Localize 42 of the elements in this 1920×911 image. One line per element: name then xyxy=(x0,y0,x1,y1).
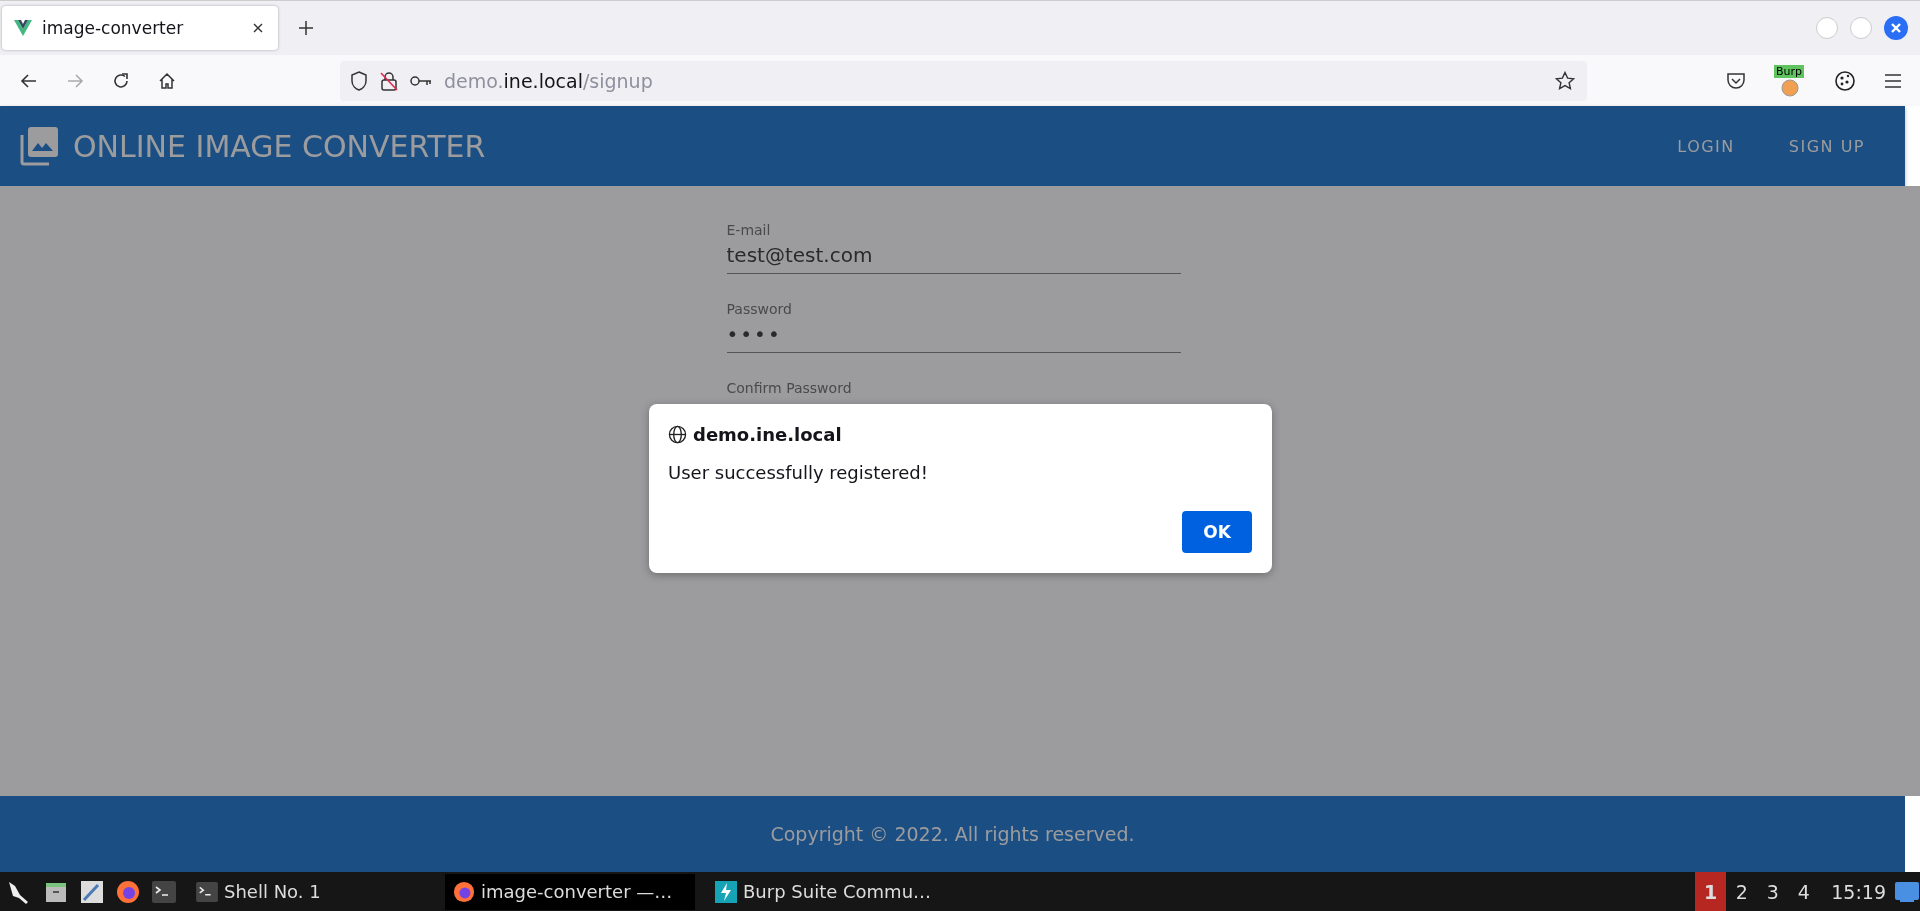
image-library-icon xyxy=(19,126,59,166)
shield-icon[interactable] xyxy=(350,70,368,91)
desktop-icon[interactable] xyxy=(1894,879,1920,904)
workspace-button[interactable]: 1 xyxy=(1695,872,1727,911)
taskbar-window[interactable]: Burp Suite Commu… xyxy=(707,873,957,910)
new-tab-icon[interactable] xyxy=(298,20,314,36)
browser-tab[interactable]: image-converter xyxy=(2,6,278,50)
workspace-button[interactable]: 2 xyxy=(1726,872,1758,911)
pocket-icon[interactable] xyxy=(1726,71,1746,90)
terminal-icon[interactable] xyxy=(152,880,176,903)
extension-badge: Burp xyxy=(1774,64,1805,78)
key-icon[interactable] xyxy=(410,74,432,87)
firefox-icon xyxy=(453,880,475,903)
input-field[interactable]: E-mail test@test.com xyxy=(726,222,1181,274)
copyright-text: Copyright © 2022. All rights reserved. xyxy=(770,823,1135,845)
app-title: ONLINE IMAGE CONVERTER xyxy=(73,128,486,164)
clock: 15:19 xyxy=(1831,880,1886,903)
v-logo-icon xyxy=(14,20,32,36)
address-bar[interactable]: demo.ine.local/signup xyxy=(340,60,1587,101)
globe-icon xyxy=(668,425,687,444)
text-editor-icon[interactable] xyxy=(80,879,104,904)
ok-button[interactable]: OK xyxy=(1182,511,1252,553)
url-text: demo.ine.local/signup xyxy=(444,69,653,92)
close-window-icon[interactable] xyxy=(1884,16,1908,40)
dialog-origin: demo.ine.local xyxy=(693,424,842,445)
workspace-button[interactable]: 3 xyxy=(1757,872,1789,911)
taskbar-window[interactable]: image-converter —… xyxy=(445,873,695,910)
reload-icon[interactable] xyxy=(112,71,130,90)
insecure-lock-icon[interactable] xyxy=(380,70,398,91)
workspace-button[interactable]: 4 xyxy=(1788,872,1820,911)
back-icon[interactable] xyxy=(20,71,38,90)
input-field[interactable]: Password •••• xyxy=(726,301,1181,353)
menu-icon[interactable] xyxy=(1884,73,1902,88)
firefox-icon[interactable] xyxy=(116,879,140,904)
cookie-icon[interactable] xyxy=(1834,69,1856,92)
dialog-message: User successfully registered! xyxy=(668,462,929,483)
star-icon[interactable] xyxy=(1555,70,1575,91)
taskbar-window[interactable]: Shell No. 1 xyxy=(188,873,433,910)
terminal-icon xyxy=(196,881,218,902)
close-icon[interactable] xyxy=(252,22,264,34)
lightning-icon xyxy=(715,880,737,903)
home-icon[interactable] xyxy=(158,71,176,90)
